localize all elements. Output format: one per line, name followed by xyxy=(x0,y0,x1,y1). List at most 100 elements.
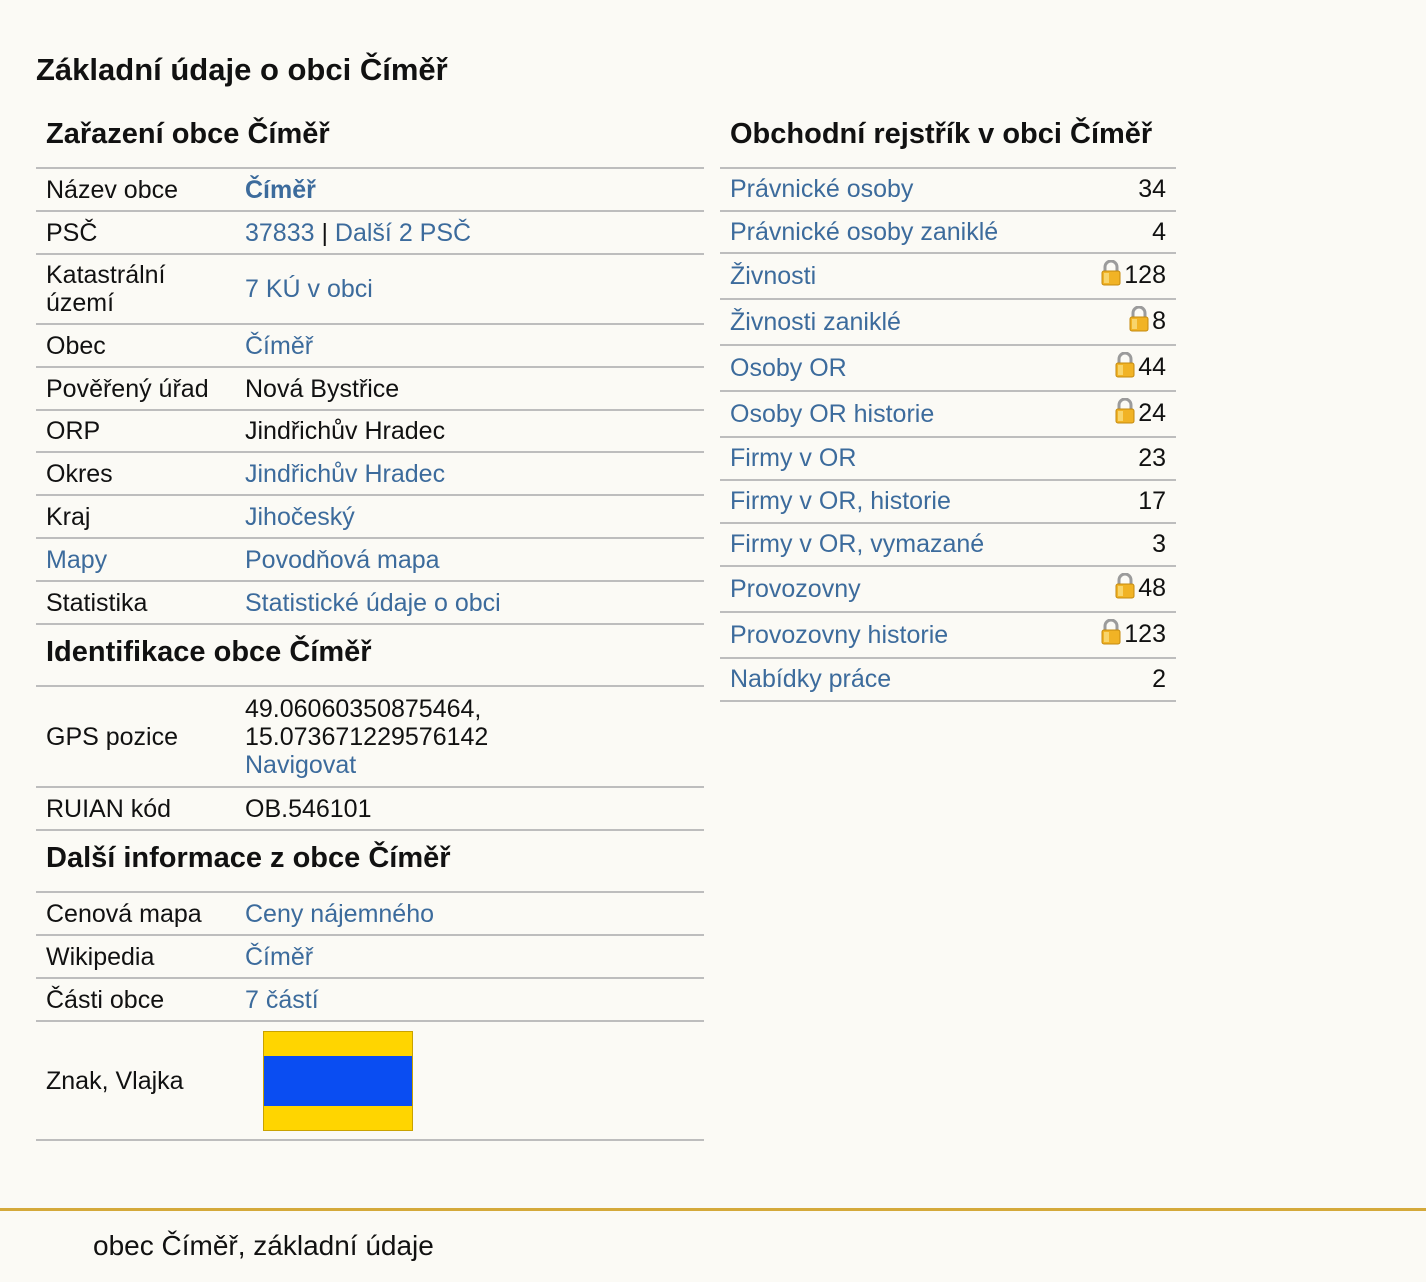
navigate-link[interactable]: Navigovat xyxy=(245,751,356,779)
gps-longitude: 15.073671229576142 xyxy=(245,722,489,751)
table-row: RUIAN kód OB.546101 xyxy=(36,787,704,831)
register-row: Provozovny 48 xyxy=(720,566,1176,613)
identifikace-table: GPS pozice 49.06060350875464, 15.0736712… xyxy=(36,687,704,831)
mapy-link[interactable]: Mapy xyxy=(46,546,107,574)
table-row: Znak, Vlajka xyxy=(36,1021,704,1141)
cadastral-link[interactable]: 7 KÚ v obci xyxy=(245,275,373,303)
row-label: Pověřený úřad xyxy=(36,367,235,411)
flag-stripe-bottom xyxy=(264,1105,412,1130)
table-row: Katastrální území 7 KÚ v obci xyxy=(36,254,704,325)
table-row: Kraj Jihočeský xyxy=(36,495,704,539)
register-link[interactable]: Osoby OR xyxy=(730,354,847,382)
row-label: Statistika xyxy=(36,581,235,625)
table-row: Obec Číměř xyxy=(36,324,704,368)
register-count: 17 xyxy=(1138,487,1166,515)
row-value: Jindřichův Hradec xyxy=(235,410,704,453)
statistics-link[interactable]: Statistické údaje o obci xyxy=(245,589,501,617)
register-row: Provozovny historie 123 xyxy=(720,612,1176,659)
section-title-dalsi: Další informace z obce Číměř xyxy=(36,831,704,893)
table-row: Části obce 7 částí xyxy=(36,978,704,1022)
table-row: Název obce Číměř xyxy=(36,169,704,212)
row-label: Wikipedia xyxy=(36,935,235,979)
register-count: 23 xyxy=(1138,444,1166,472)
row-label: RUIAN kód xyxy=(36,787,235,831)
page-title: Základní údaje o obci Číměř xyxy=(36,52,448,87)
register-link[interactable]: Firmy v OR xyxy=(730,444,856,472)
row-value: Nová Bystřice xyxy=(235,367,704,411)
table-row: GPS pozice 49.06060350875464, 15.0736712… xyxy=(36,687,704,788)
register-count: 24 xyxy=(1138,398,1166,427)
table-row: Wikipedia Číměř xyxy=(36,935,704,979)
padlock-icon xyxy=(1115,397,1135,431)
municipality-info-column: Zařazení obce Číměř Název obce Číměř PSČ… xyxy=(36,112,704,1141)
row-label: Cenová mapa xyxy=(36,893,235,936)
register-link[interactable]: Právnické osoby xyxy=(730,175,913,203)
footer-divider xyxy=(0,1208,1426,1211)
section-title-rejstrik: Obchodní rejstřík v obci Číměř xyxy=(720,112,1176,169)
register-link[interactable]: Živnosti xyxy=(730,262,816,290)
register-link[interactable]: Právnické osoby zaniklé xyxy=(730,218,998,246)
register-link[interactable]: Nabídky práce xyxy=(730,665,891,693)
flag-stripe-top xyxy=(264,1031,412,1056)
ruian-code: OB.546101 xyxy=(235,787,704,831)
footer-caption: obec Číměř, základní údaje xyxy=(93,1230,434,1261)
wikipedia-link[interactable]: Číměř xyxy=(245,943,313,971)
register-count: 8 xyxy=(1152,306,1166,335)
padlock-icon xyxy=(1115,572,1135,606)
register-row: Osoby OR 44 xyxy=(720,345,1176,392)
flag-stripe-middle xyxy=(264,1055,412,1106)
flood-map-link[interactable]: Povodňová mapa xyxy=(245,546,440,574)
row-label: Kraj xyxy=(36,495,235,539)
register-link[interactable]: Živnosti zaniklé xyxy=(730,308,901,336)
municipality-name-link[interactable]: Číměř xyxy=(245,176,316,204)
padlock-icon xyxy=(1101,618,1121,652)
register-count: 2 xyxy=(1152,665,1166,693)
register-row: Nabídky práce 2 xyxy=(720,658,1176,702)
obec-link[interactable]: Číměř xyxy=(245,332,313,360)
register-row: Firmy v OR 23 xyxy=(720,437,1176,481)
table-row: Pověřený úřad Nová Bystřice xyxy=(36,367,704,411)
table-row: PSČ 37833 | Další 2 PSČ xyxy=(36,211,704,255)
table-row: Okres Jindřichův Hradec xyxy=(36,452,704,496)
zarazeni-table: Název obce Číměř PSČ 37833 | Další 2 PSČ… xyxy=(36,169,704,625)
table-row: Statistika Statistické údaje o obci xyxy=(36,581,704,625)
register-count: 44 xyxy=(1138,352,1166,381)
business-register-column: Obchodní rejstřík v obci Číměř Právnické… xyxy=(720,112,1176,702)
register-count: 48 xyxy=(1138,573,1166,602)
register-count: 4 xyxy=(1152,217,1166,246)
more-psc-link[interactable]: Další 2 PSČ xyxy=(335,219,471,247)
register-count: 128 xyxy=(1124,260,1166,289)
register-count: 34 xyxy=(1138,175,1166,203)
parts-link[interactable]: 7 částí xyxy=(245,986,319,1014)
register-count: 123 xyxy=(1124,619,1166,648)
row-label: ORP xyxy=(36,410,235,453)
rent-prices-link[interactable]: Ceny nájemného xyxy=(245,900,434,928)
row-label: Katastrální území xyxy=(36,254,235,325)
dalsi-table: Cenová mapa Ceny nájemného Wikipedia Čím… xyxy=(36,893,704,1141)
register-row: Osoby OR historie 24 xyxy=(720,391,1176,438)
padlock-icon xyxy=(1101,259,1121,293)
register-table: Právnické osoby 34 Právnické osoby zaniklé… xyxy=(720,169,1176,702)
row-label: Okres xyxy=(36,452,235,496)
row-label: Části obce xyxy=(36,978,235,1022)
register-row: Živnosti zaniklé 8 xyxy=(720,299,1176,346)
register-link[interactable]: Osoby OR historie xyxy=(730,400,934,428)
psc-link[interactable]: 37833 xyxy=(245,219,315,247)
register-link[interactable]: Provozovny historie xyxy=(730,621,948,649)
okres-link[interactable]: Jindřichův Hradec xyxy=(245,460,445,488)
section-title-identifikace: Identifikace obce Číměř xyxy=(36,625,704,687)
register-count: 3 xyxy=(1152,530,1166,558)
psc-separator: | xyxy=(314,218,335,247)
table-row: ORP Jindřichův Hradec xyxy=(36,410,704,453)
row-label: Název obce xyxy=(36,169,235,212)
register-link[interactable]: Firmy v OR, historie xyxy=(730,487,951,515)
row-label: PSČ xyxy=(36,211,235,255)
municipality-flag[interactable] xyxy=(263,1030,413,1131)
register-link[interactable]: Provozovny xyxy=(730,575,861,603)
row-label: Obec xyxy=(36,324,235,368)
kraj-link[interactable]: Jihočeský xyxy=(245,503,355,531)
register-link[interactable]: Firmy v OR, vymazané xyxy=(730,530,984,558)
gps-latitude: 49.06060350875464, xyxy=(245,694,482,723)
register-row: Firmy v OR, historie 17 xyxy=(720,480,1176,524)
register-row: Právnické osoby zaniklé 4 xyxy=(720,211,1176,254)
